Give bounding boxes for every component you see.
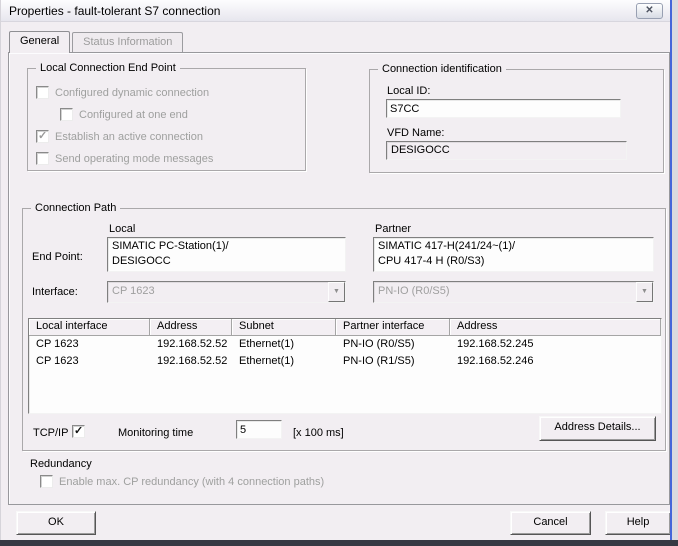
- interface-label: Interface:: [32, 286, 78, 299]
- window-title: Properties - fault-tolerant S7 connectio…: [9, 4, 220, 18]
- checkbox-label: Configured dynamic connection: [55, 87, 209, 100]
- partner-interface-value: PN-IO (R0/S5): [374, 282, 636, 302]
- partner-interface-dropdown-button: ▼: [636, 282, 653, 302]
- close-icon: ✕: [645, 5, 653, 16]
- column-header[interactable]: Local interface: [29, 319, 150, 336]
- connection-path-group: Connection Path Local Partner End Point:…: [22, 208, 666, 451]
- checkbox-label: Send operating mode messages: [55, 153, 213, 166]
- table-header-row: Local interface Address Subnet Partner i…: [29, 319, 661, 336]
- tab-general[interactable]: General: [9, 31, 70, 53]
- ok-button[interactable]: OK: [16, 511, 96, 535]
- monitoring-unit-label: [x 100 ms]: [293, 427, 344, 440]
- column-header[interactable]: Partner interface: [336, 319, 450, 336]
- cell-subnet: Ethernet(1): [232, 353, 336, 370]
- tcpip-label: TCP/IP: [33, 427, 68, 440]
- group-title: Connection Path: [31, 201, 120, 215]
- configured-at-one-end-checkbox: [60, 108, 73, 121]
- enable-cp-redundancy-checkbox: [40, 475, 53, 488]
- local-interface-dropdown-button: ▼: [328, 282, 345, 302]
- partner-column-header: Partner: [375, 223, 411, 236]
- column-header[interactable]: Address: [450, 319, 661, 336]
- table-row[interactable]: CP 1623 192.168.52.52 Ethernet(1) PN-IO …: [29, 353, 661, 370]
- column-header[interactable]: Subnet: [232, 319, 336, 336]
- monitoring-time-label: Monitoring time: [118, 427, 193, 440]
- help-button[interactable]: Help: [605, 511, 671, 535]
- check-icon: ✓: [74, 424, 83, 437]
- partner-interface-combo: PN-IO (R0/S5) ▼: [373, 281, 654, 303]
- local-interface-combo: CP 1623 ▼: [107, 281, 346, 303]
- check-icon: ✓: [38, 129, 47, 142]
- close-button[interactable]: ✕: [636, 3, 663, 19]
- redundancy-checkbox-label: Enable max. CP redundancy (with 4 connec…: [59, 476, 324, 489]
- checkbox-label: Establish an active connection: [55, 131, 203, 144]
- general-tab-panel: Local Connection End Point Configured dy…: [8, 52, 670, 505]
- tab-status-information[interactable]: Status Information: [72, 32, 183, 52]
- local-end-point-line2: DESIGOCC: [112, 254, 341, 269]
- tcpip-checkbox[interactable]: ✓: [72, 425, 85, 438]
- connection-identification-group: Connection identification Local ID: VFD …: [369, 69, 664, 173]
- local-interface-value: CP 1623: [108, 282, 328, 302]
- partner-end-point-line2: CPU 417-4 H (R0/S3): [378, 254, 649, 269]
- chevron-down-icon: ▼: [333, 288, 340, 295]
- establish-active-connection-checkbox: ✓: [36, 130, 49, 143]
- table-row[interactable]: CP 1623 192.168.52.52 Ethernet(1) PN-IO …: [29, 336, 661, 353]
- group-title: Local Connection End Point: [36, 61, 180, 75]
- checkbox-label: Configured at one end: [79, 109, 188, 122]
- local-end-point-field: SIMATIC PC-Station(1)/ DESIGOCC: [107, 237, 346, 272]
- partner-end-point-field: SIMATIC 417-H(241/24~(1)/ CPU 417-4 H (R…: [373, 237, 654, 272]
- vfd-name-field: DESIGOCC: [386, 141, 627, 160]
- title-bar: Properties - fault-tolerant S7 connectio…: [1, 0, 671, 22]
- local-id-input[interactable]: [386, 99, 621, 118]
- end-point-label: End Point:: [32, 251, 83, 264]
- cell-partner-interface: PN-IO (R0/S5): [336, 336, 450, 353]
- background-strip: [672, 0, 678, 540]
- cancel-button[interactable]: Cancel: [510, 511, 591, 535]
- local-id-label: Local ID:: [387, 85, 430, 98]
- tab-strip: General Status Information: [9, 31, 185, 53]
- properties-dialog: Properties - fault-tolerant S7 connectio…: [0, 0, 670, 540]
- group-title: Connection identification: [378, 62, 506, 76]
- interface-table: Local interface Address Subnet Partner i…: [28, 318, 662, 414]
- configured-dynamic-connection-checkbox: [36, 86, 49, 99]
- monitoring-time-input[interactable]: [236, 420, 282, 439]
- cell-address: 192.168.52.52: [150, 336, 232, 353]
- local-column-header: Local: [109, 223, 135, 236]
- cell-partner-address: 192.168.52.246: [450, 353, 661, 370]
- column-header[interactable]: Address: [150, 319, 232, 336]
- local-connection-endpoint-group: Local Connection End Point Configured dy…: [27, 68, 306, 171]
- vfd-name-label: VFD Name:: [387, 127, 444, 140]
- cell-address: 192.168.52.52: [150, 353, 232, 370]
- cell-subnet: Ethernet(1): [232, 336, 336, 353]
- send-operating-mode-checkbox: [36, 152, 49, 165]
- local-end-point-line1: SIMATIC PC-Station(1)/: [112, 239, 341, 254]
- partner-end-point-line1: SIMATIC 417-H(241/24~(1)/: [378, 239, 649, 254]
- cell-partner-interface: PN-IO (R1/S5): [336, 353, 450, 370]
- redundancy-title: Redundancy: [30, 458, 92, 471]
- cell-partner-address: 192.168.52.245: [450, 336, 661, 353]
- chevron-down-icon: ▼: [641, 288, 648, 295]
- window-bottom-border: [0, 540, 678, 546]
- cell-local-interface: CP 1623: [29, 353, 150, 370]
- address-details-button[interactable]: Address Details...: [539, 416, 656, 441]
- cell-local-interface: CP 1623: [29, 336, 150, 353]
